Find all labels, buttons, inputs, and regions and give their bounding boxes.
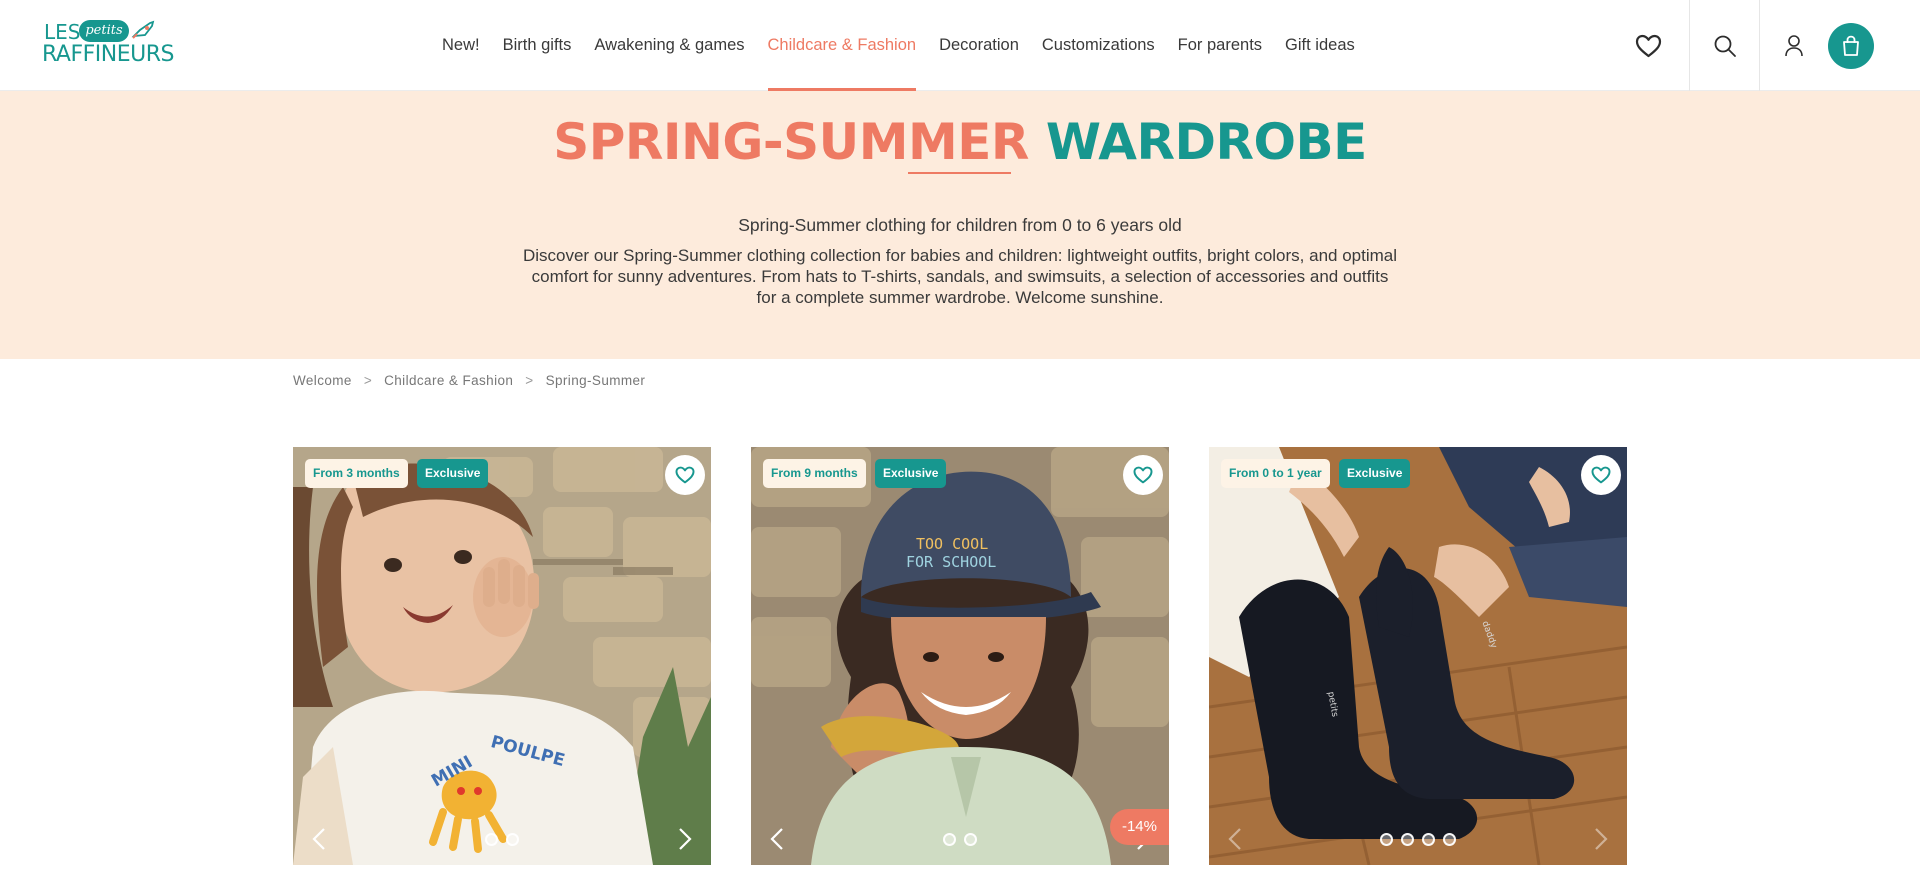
header-divider — [1759, 0, 1760, 91]
breadcrumb-current: Spring-Summer — [545, 373, 646, 388]
breadcrumb-childcare-fashion[interactable]: Childcare & Fashion — [384, 373, 513, 388]
header-divider — [1689, 0, 1690, 91]
product-card[interactable]: TOO COOL FOR SCHOOL From 9 months Exclus… — [751, 447, 1169, 865]
page-title: SPRING-SUMMER WARDROBE — [0, 113, 1920, 171]
product-photo[interactable]: TOO COOL FOR SCHOOL — [751, 447, 1169, 865]
search-icon — [1714, 35, 1736, 57]
age-badge: From 3 months — [305, 459, 408, 488]
page-title-part-1: SPRING-SUMMER — [553, 113, 1029, 171]
exclusive-badge: Exclusive — [1339, 459, 1411, 488]
nav-item-birth-gifts[interactable]: Birth gifts — [503, 0, 572, 91]
add-to-wishlist-button[interactable] — [1581, 455, 1621, 495]
breadcrumb-separator: > — [363, 373, 373, 388]
logo-tag-petits: petits — [79, 20, 129, 42]
product-card[interactable]: MINI POULPE From 3 months Exclusive — [293, 447, 711, 865]
carousel-dots — [751, 833, 1169, 846]
cap-print-line-1: TOO COOL — [916, 535, 988, 553]
shopping-bag-icon — [1843, 35, 1859, 56]
heart-icon — [1133, 466, 1153, 484]
hero-description: Discover our Spring-Summer clothing coll… — [522, 246, 1398, 307]
product-photo[interactable]: MINI POULPE — [293, 447, 711, 865]
add-to-wishlist-button[interactable] — [1123, 455, 1163, 495]
carousel-dot[interactable] — [1380, 833, 1393, 846]
nav-item-awakening-games[interactable]: Awakening & games — [594, 0, 744, 91]
carousel-dots — [293, 833, 711, 846]
age-badge: From 9 months — [763, 459, 866, 488]
carousel-dot[interactable] — [1443, 833, 1456, 846]
title-underline — [908, 172, 1011, 174]
rocket-icon — [131, 20, 155, 39]
carousel-dot[interactable] — [506, 833, 519, 846]
site-header: LES petits RAFFINEURS New! Birth gifts A… — [0, 0, 1920, 91]
account-button[interactable] — [1774, 0, 1814, 91]
logo-text-raffineurs: RAFFINEURS — [42, 42, 174, 67]
carousel-dot[interactable] — [943, 833, 956, 846]
carousel-dots — [1209, 833, 1627, 846]
nav-item-customizations[interactable]: Customizations — [1042, 0, 1155, 91]
breadcrumb-separator: > — [525, 373, 534, 388]
nav-item-new[interactable]: New! — [442, 0, 480, 91]
product-photo[interactable]: petits daddy — [1209, 447, 1627, 865]
carousel-dot[interactable] — [485, 833, 498, 846]
exclusive-badge: Exclusive — [875, 459, 947, 488]
cart-circle — [1828, 22, 1874, 69]
add-to-wishlist-button[interactable] — [665, 455, 705, 495]
heart-icon — [675, 466, 695, 484]
carousel-dot[interactable] — [1401, 833, 1414, 846]
product-card[interactable]: petits daddy From 0 to 1 year Exclusive — [1209, 447, 1627, 865]
age-badge: From 0 to 1 year — [1221, 459, 1330, 488]
carousel-dot[interactable] — [964, 833, 977, 846]
hero-subtitle: Spring-Summer clothing for children from… — [738, 215, 1182, 235]
page-title-part-2: WARDROBE — [1045, 113, 1367, 171]
heart-icon — [1635, 34, 1661, 57]
brand-logo[interactable]: LES petits RAFFINEURS — [42, 18, 174, 70]
nav-item-gift-ideas[interactable]: Gift ideas — [1285, 0, 1355, 91]
cart-button[interactable] — [1828, 0, 1874, 91]
nav-item-for-parents[interactable]: For parents — [1178, 0, 1262, 91]
logo-text-les: LES — [44, 20, 81, 44]
wishlist-button[interactable] — [1628, 0, 1668, 91]
breadcrumb-welcome[interactable]: Welcome — [293, 373, 352, 388]
heart-icon — [1591, 466, 1611, 484]
cap-print-line-2: FOR SCHOOL — [906, 553, 996, 571]
nav-item-decoration[interactable]: Decoration — [939, 0, 1019, 91]
discount-badge: -14% — [1109, 809, 1169, 845]
user-icon — [1785, 34, 1803, 56]
breadcrumb: Welcome > Childcare & Fashion > Spring-S… — [293, 373, 645, 388]
main-nav: New! Birth gifts Awakening & games Child… — [442, 0, 1378, 91]
nav-item-childcare-fashion[interactable]: Childcare & Fashion — [767, 0, 916, 91]
search-button[interactable] — [1705, 0, 1745, 91]
category-hero: SPRING-SUMMER WARDROBE Spring-Summer clo… — [0, 91, 1920, 359]
exclusive-badge: Exclusive — [417, 459, 489, 488]
carousel-dot[interactable] — [1422, 833, 1435, 846]
